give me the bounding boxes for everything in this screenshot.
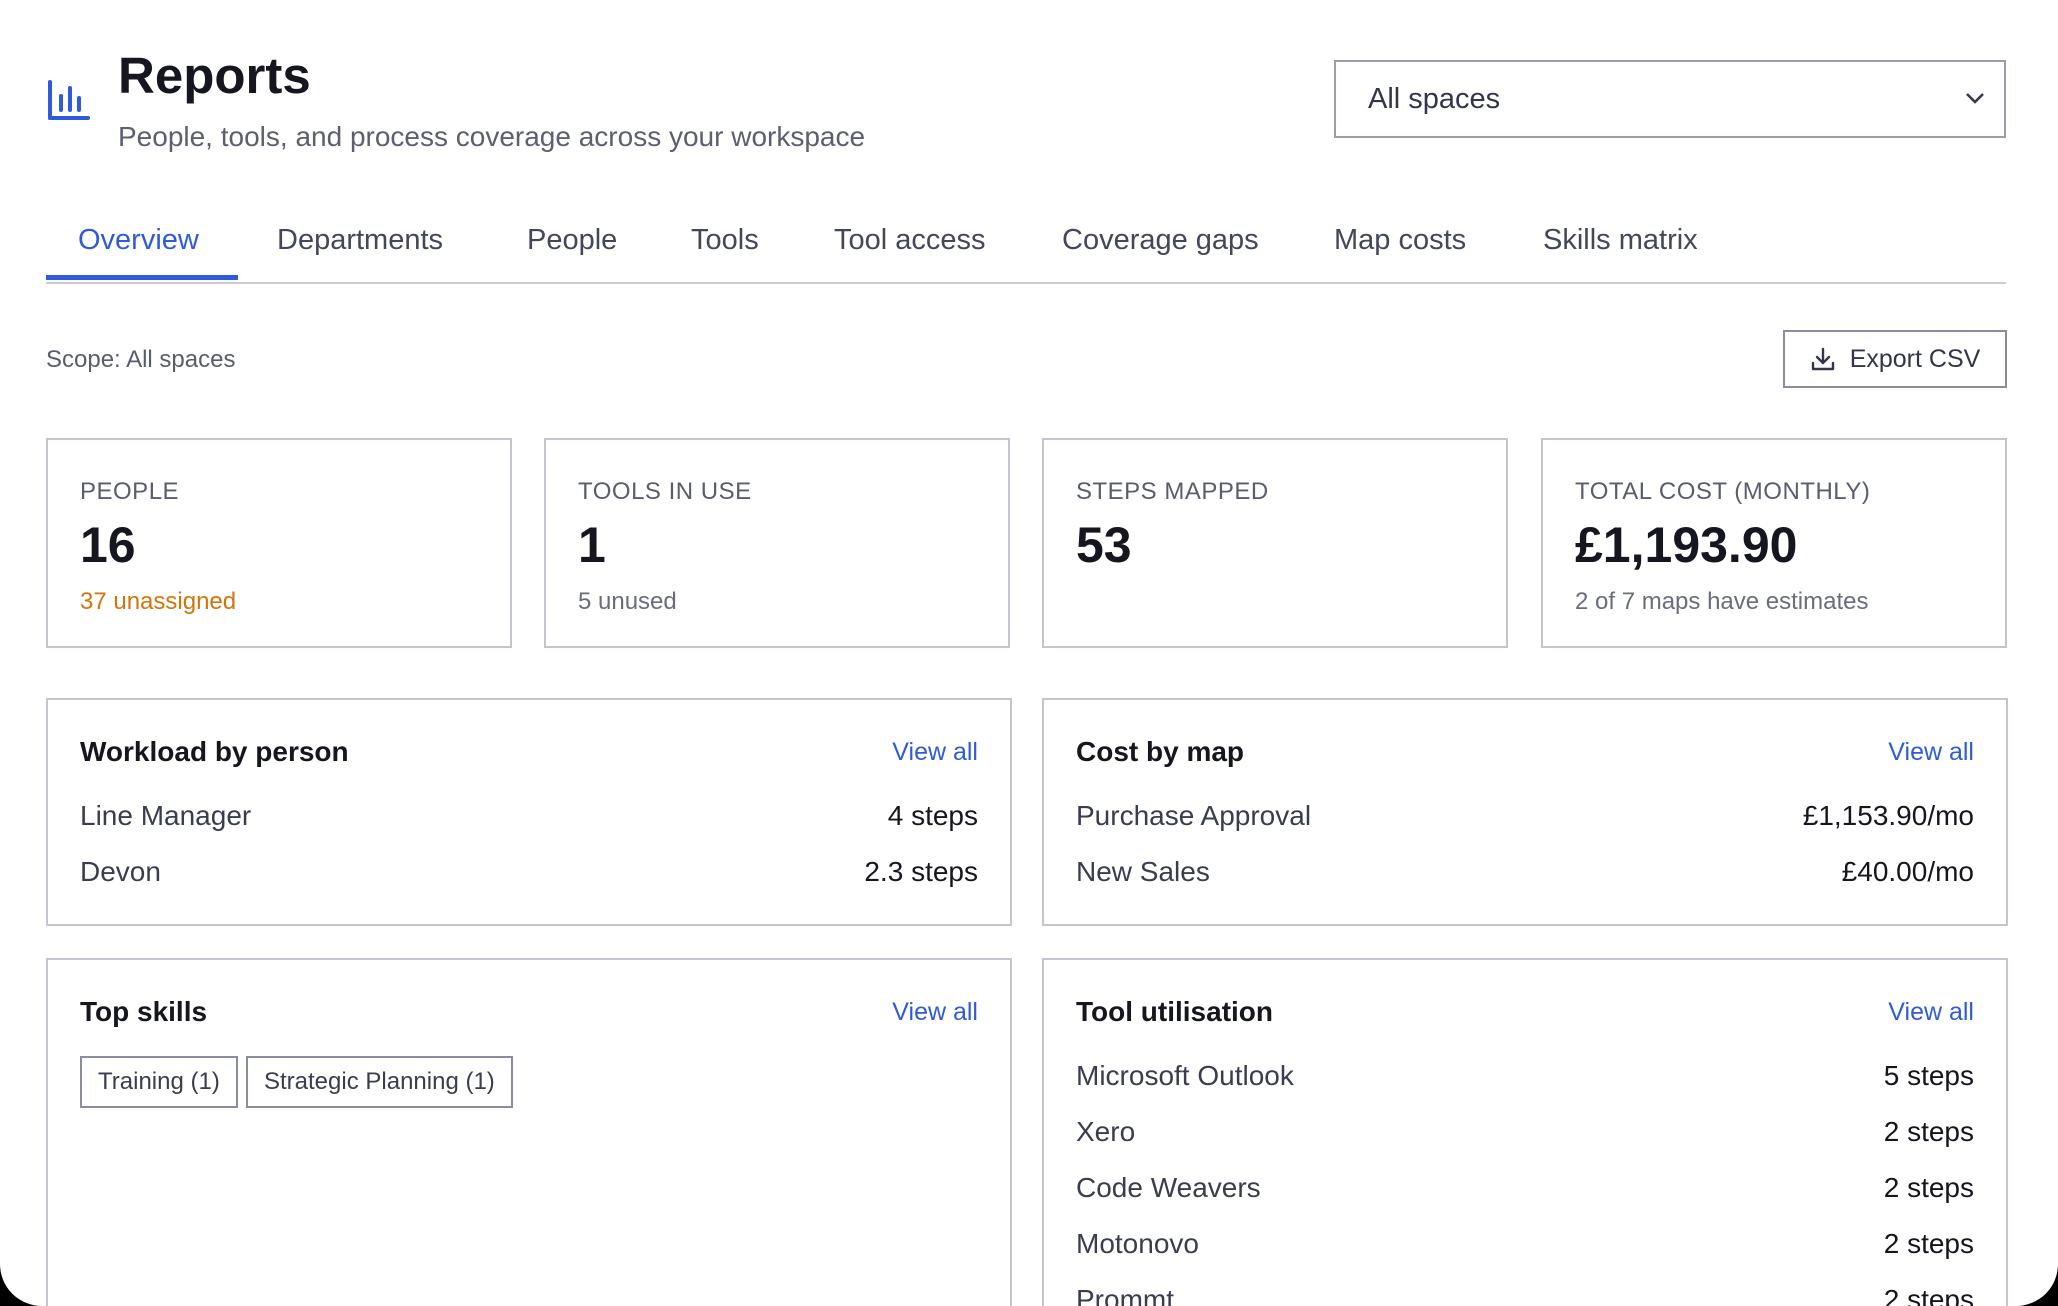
cost-by-map-panel: Cost by map View all Purchase Approval £… [1042,698,2008,926]
panel-title: Workload by person [80,736,349,767]
stat-card-total-cost: TOTAL COST (MONTHLY) £1,193.90 2 of 7 ma… [1541,438,2007,648]
tab-departments[interactable]: Departments [277,224,443,257]
space-select-value: All spaces [1368,82,1501,115]
list-item: Motonovo 2 steps [1076,1228,1974,1268]
stat-label: STEPS MAPPED [1076,478,1269,505]
row-name: Motonovo [1076,1228,1199,1259]
row-value: £40.00/mo [1841,856,1974,887]
export-csv-label: Export CSV [1849,344,1981,373]
panel-title: Cost by map [1076,736,1245,767]
chevron-down-icon [1966,93,1984,104]
page-title: Reports [118,47,311,104]
stat-label: TOOLS IN USE [578,478,752,505]
stat-card-tools-in-use: TOOLS IN USE 1 5 unused [544,438,1010,648]
row-name: Code Weavers [1076,1172,1261,1203]
list-item: Devon 2.3 steps [80,856,978,896]
row-value: 2 steps [1883,1172,1974,1203]
list-item: Line Manager 4 steps [80,800,978,840]
row-value: 5 steps [1883,1060,1974,1091]
list-item: Code Weavers 2 steps [1076,1172,1974,1212]
export-csv-button[interactable]: Export CSV [1783,330,2007,388]
view-all-link[interactable]: View all [892,738,978,767]
list-item: Prommt 2 steps [1076,1284,1974,1306]
row-name: New Sales [1076,856,1210,887]
skill-chip[interactable]: Strategic Planning (1) [246,1056,513,1108]
panel-title: Tool utilisation [1076,996,1274,1027]
stat-sub: 37 unassigned [80,588,237,615]
stat-value: £1,193.90 [1575,517,1798,573]
row-name: Line Manager [80,800,252,831]
list-item: Microsoft Outlook 5 steps [1076,1060,1974,1100]
view-all-link[interactable]: View all [1888,738,1974,767]
stat-card-people: PEOPLE 16 37 unassigned [46,438,512,648]
stat-sub: 5 unused [578,588,677,615]
row-name: Devon [80,856,161,887]
list-item: New Sales £40.00/mo [1076,856,1974,896]
stat-value: 1 [578,517,606,573]
stat-label: PEOPLE [80,478,180,505]
stat-sub: 2 of 7 maps have estimates [1575,588,1869,615]
stat-card-steps-mapped: STEPS MAPPED 53 [1042,438,1508,648]
row-value: 2 steps [1883,1116,1974,1147]
active-tab-indicator [46,275,238,280]
space-select[interactable]: All spaces [1334,60,2006,138]
tab-overview[interactable]: Overview [78,224,199,257]
tab-map-costs[interactable]: Map costs [1334,224,1466,257]
top-skills-panel: Top skills View all Training (1) Strateg… [46,958,1012,1306]
tab-coverage-gaps[interactable]: Coverage gaps [1062,224,1259,257]
list-item: Purchase Approval £1,153.90/mo [1076,800,1974,840]
download-icon [1811,347,1834,371]
stat-label: TOTAL COST (MONTHLY) [1575,478,1871,505]
row-value: 4 steps [887,800,978,831]
row-name: Purchase Approval [1076,800,1312,831]
report-tabs: Overview Departments People Tools Tool a… [46,210,2006,284]
bar-chart-icon [48,80,90,120]
stat-value: 53 [1076,517,1132,573]
row-name: Microsoft Outlook [1076,1060,1294,1091]
stat-value: 16 [80,517,136,573]
panel-title: Top skills [80,996,208,1027]
row-name: Prommt [1076,1284,1174,1306]
row-value: 2.3 steps [864,856,978,887]
skill-chip[interactable]: Training (1) [80,1056,238,1108]
tab-tool-access[interactable]: Tool access [834,224,986,257]
list-item: Xero 2 steps [1076,1116,1974,1156]
view-all-link[interactable]: View all [892,998,978,1027]
tab-skills-matrix[interactable]: Skills matrix [1543,224,1698,257]
row-value: 2 steps [1883,1228,1974,1259]
row-value: £1,153.90/mo [1802,800,1974,831]
scope-label: Scope: All spaces [46,346,236,373]
tab-people[interactable]: People [527,224,617,257]
row-value: 2 steps [1883,1284,1974,1306]
view-all-link[interactable]: View all [1888,998,1974,1027]
page-subtitle: People, tools, and process coverage acro… [118,121,866,152]
tool-utilisation-panel: Tool utilisation View all Microsoft Outl… [1042,958,2008,1306]
row-name: Xero [1076,1116,1136,1147]
reports-window: Reports People, tools, and process cover… [0,0,2058,1306]
workload-panel: Workload by person View all Line Manager… [46,698,1012,926]
tab-tools[interactable]: Tools [691,224,759,257]
